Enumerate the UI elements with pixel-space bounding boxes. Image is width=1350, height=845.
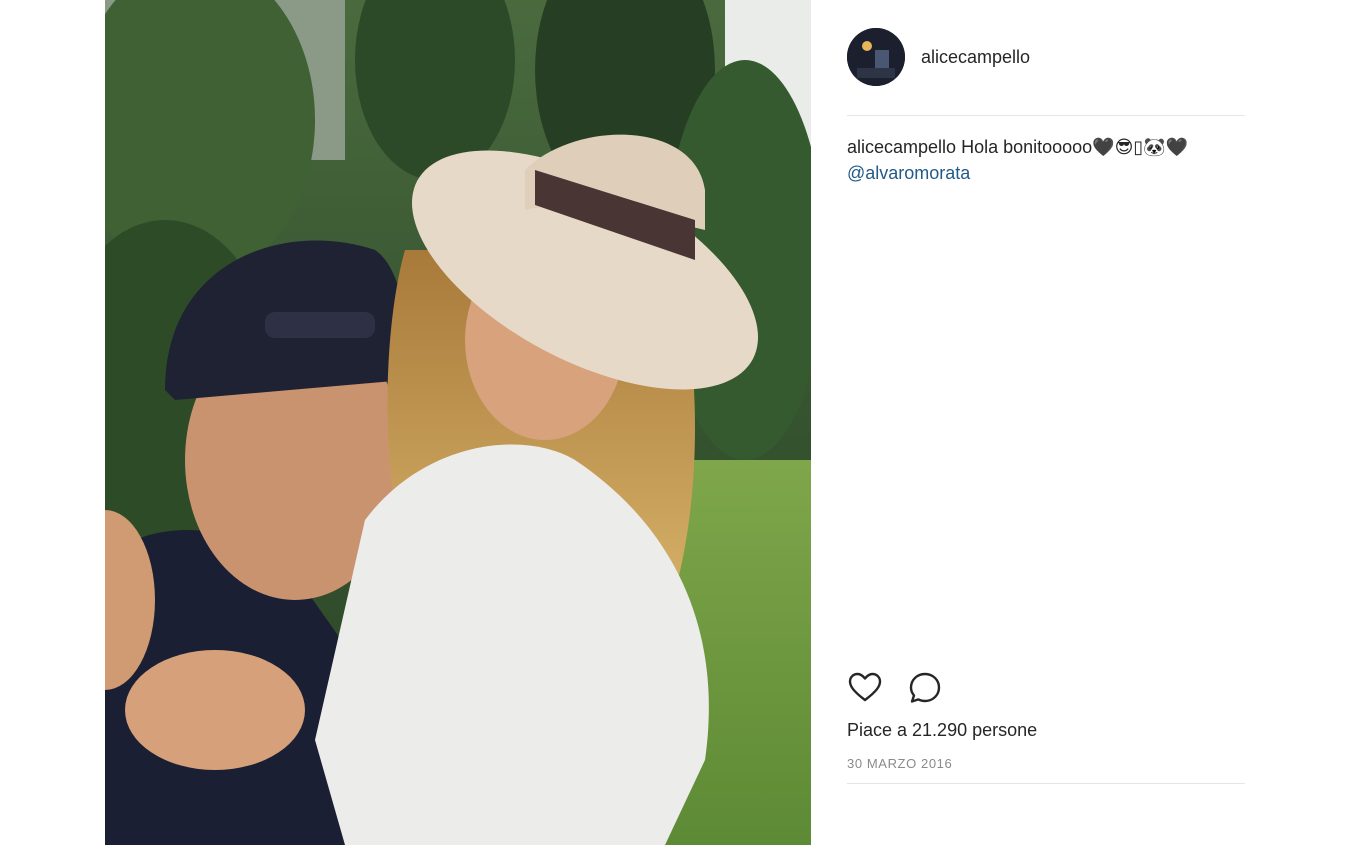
- username-link[interactable]: alicecampello: [921, 47, 1030, 68]
- header-divider: [847, 115, 1245, 116]
- post-photo[interactable]: [105, 0, 811, 845]
- caption-username[interactable]: alicecampello: [847, 137, 956, 157]
- post-date: 30 MARZO 2016: [847, 756, 953, 771]
- caption: alicecampello Hola bonitooooo🖤😎▯🐼🖤 @alva…: [847, 134, 1247, 186]
- caption-text: Hola bonitooooo🖤😎▯🐼🖤: [961, 137, 1189, 157]
- post-sidebar: alicecampello alicecampello Hola bonitoo…: [811, 0, 1350, 845]
- heart-icon[interactable]: [847, 670, 883, 706]
- post-header: alicecampello: [847, 28, 1030, 86]
- footer-divider: [847, 783, 1245, 784]
- likes-count[interactable]: Piace a 21.290 persone: [847, 720, 1037, 741]
- comment-icon[interactable]: [907, 670, 943, 706]
- post-actions: [847, 670, 967, 706]
- avatar[interactable]: [847, 28, 905, 86]
- caption-mention-link[interactable]: @alvaromorata: [847, 160, 1247, 186]
